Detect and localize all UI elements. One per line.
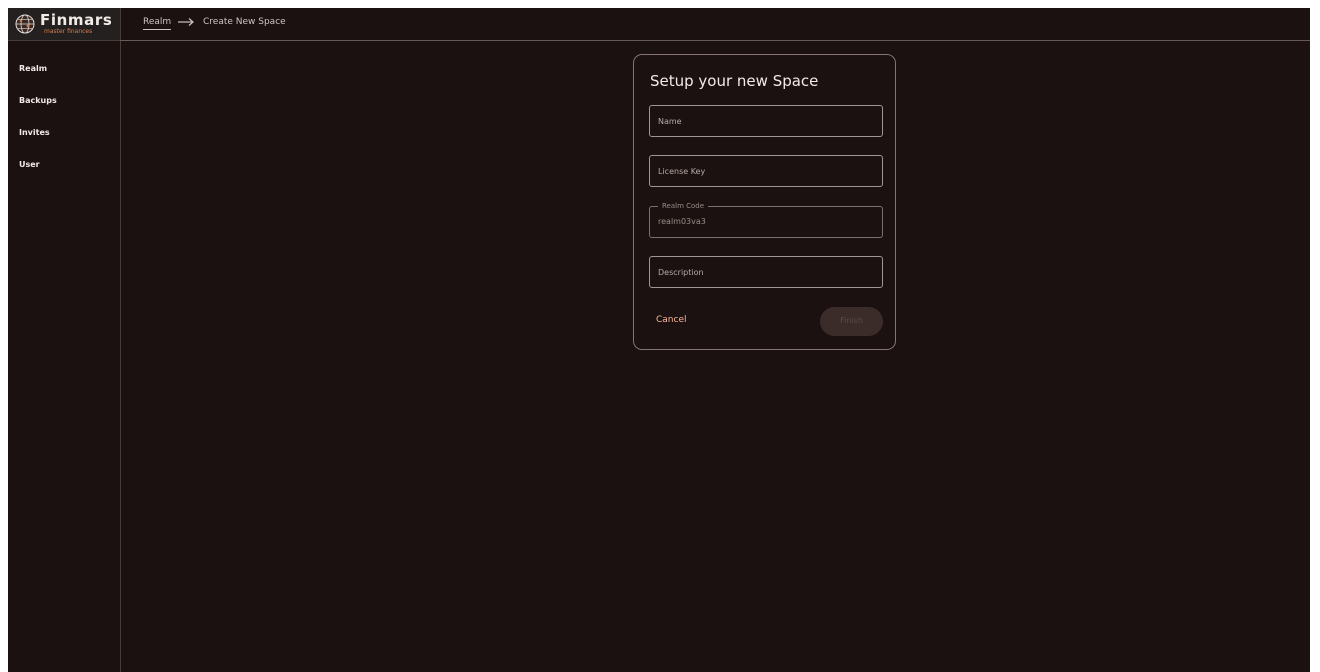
cancel-button[interactable]: Cancel — [656, 315, 687, 325]
app-window: Finmars master finances Realm Backups In… — [8, 8, 1310, 672]
name-placeholder: Name — [658, 117, 682, 126]
realm-code-label: Realm Code — [658, 202, 709, 211]
brand-tagline: master finances — [44, 28, 93, 35]
sidebar-item-label: Invites — [19, 128, 50, 137]
dialog-title: Setup your new Space — [650, 72, 819, 90]
finish-button-label: Finish — [840, 316, 863, 325]
sidebar-item-invites[interactable]: Invites — [8, 121, 119, 149]
sidebar-item-backups[interactable]: Backups — [8, 89, 119, 117]
logo[interactable]: Finmars master finances — [8, 8, 120, 41]
sidebar-item-label: Realm — [19, 64, 48, 73]
brand-name: Finmars — [40, 11, 113, 29]
create-space-dialog: Setup your new Space Name License Key Re… — [633, 54, 896, 350]
sidebar-item-label: User — [19, 160, 40, 169]
sidebar-item-realm[interactable]: Realm — [8, 57, 119, 85]
realm-code-value: realm03va3 — [658, 217, 706, 226]
realm-code-field[interactable]: Realm Code realm03va3 — [649, 202, 883, 238]
globe-logo-icon — [15, 14, 35, 34]
breadcrumb: Realm Create New Space — [120, 8, 1310, 41]
sidebar-item-label: Backups — [19, 96, 57, 105]
sidebar: Finmars master finances Realm Backups In… — [8, 8, 121, 672]
license-key-placeholder: License Key — [658, 167, 706, 176]
license-key-field[interactable]: License Key — [649, 155, 883, 187]
sidebar-item-user[interactable]: User — [8, 153, 119, 181]
breadcrumb-current: Create New Space — [203, 17, 286, 27]
finish-button[interactable]: Finish — [820, 307, 883, 336]
description-placeholder: Description — [658, 268, 704, 277]
description-field[interactable]: Description — [649, 256, 883, 288]
arrow-right-icon — [178, 18, 194, 26]
breadcrumb-link-realm[interactable]: Realm — [143, 17, 172, 30]
name-field[interactable]: Name — [649, 105, 883, 137]
